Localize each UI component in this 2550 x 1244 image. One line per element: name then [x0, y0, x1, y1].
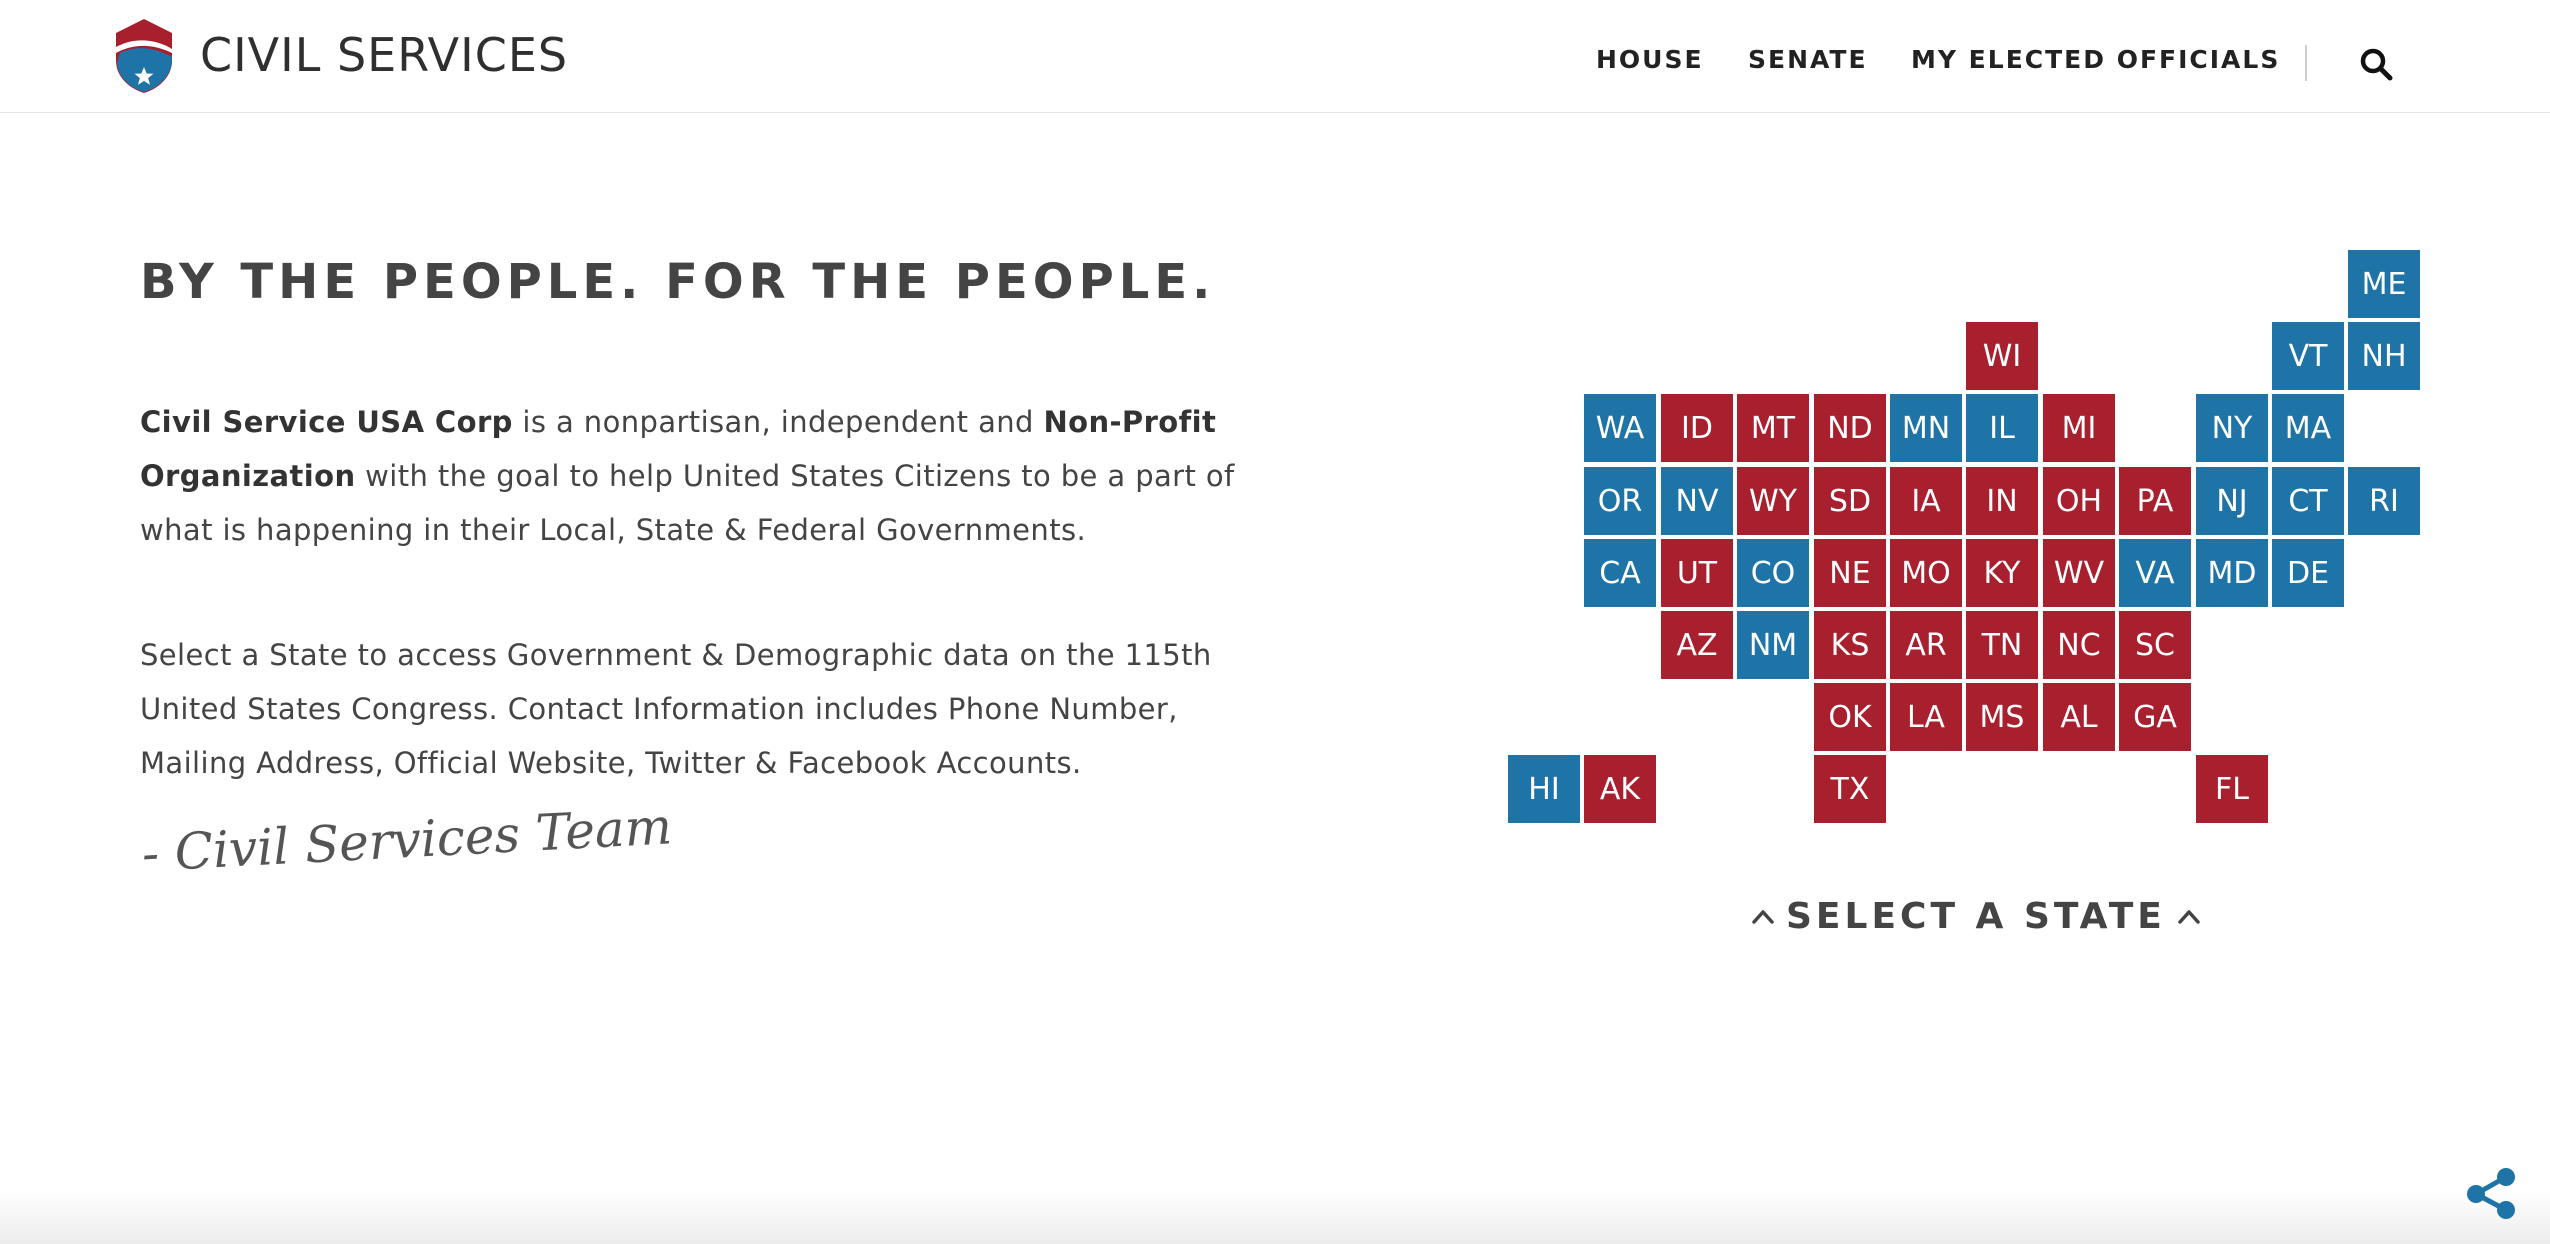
state-tile-ut[interactable]: UT: [1661, 539, 1733, 607]
site-header: CIVIL SERVICES HOUSE SENATE MY ELECTED O…: [0, 0, 2550, 113]
instructions-paragraph: Select a State to access Government & De…: [140, 638, 1212, 780]
chevron-up-icon: [2178, 910, 2200, 924]
state-tile-ar[interactable]: AR: [1890, 611, 1962, 679]
state-tile-tn[interactable]: TN: [1966, 611, 2038, 679]
state-tile-la[interactable]: LA: [1890, 683, 1962, 751]
state-tile-ct[interactable]: CT: [2272, 467, 2344, 535]
state-tile-al[interactable]: AL: [2043, 683, 2115, 751]
state-tile-ky[interactable]: KY: [1966, 539, 2038, 607]
state-tile-tx[interactable]: TX: [1814, 755, 1886, 823]
state-tile-nh[interactable]: NH: [2348, 322, 2420, 390]
nav-divider: [2305, 45, 2307, 81]
state-tile-az[interactable]: AZ: [1661, 611, 1733, 679]
state-tile-ia[interactable]: IA: [1890, 467, 1962, 535]
page-headline: BY THE PEOPLE. FOR THE PEOPLE.: [140, 254, 1216, 310]
select-state-text: SELECT A STATE: [1786, 895, 2166, 937]
state-tile-fl[interactable]: FL: [2196, 755, 2268, 823]
state-tile-wy[interactable]: WY: [1737, 467, 1809, 535]
state-tile-mt[interactable]: MT: [1737, 394, 1809, 462]
chevron-up-icon: [1752, 910, 1774, 924]
state-tile-pa[interactable]: PA: [2119, 467, 2191, 535]
state-tile-ne[interactable]: NE: [1814, 539, 1886, 607]
state-tile-hi[interactable]: HI: [1508, 755, 1580, 823]
state-tile-md[interactable]: MD: [2196, 539, 2268, 607]
state-tile-de[interactable]: DE: [2272, 539, 2344, 607]
state-tile-id[interactable]: ID: [1661, 394, 1733, 462]
shield-star-logo[interactable]: [112, 17, 176, 95]
intro-text-a: is a nonpartisan, independent and: [512, 405, 1044, 439]
nav-senate[interactable]: SENATE: [1748, 40, 1868, 80]
org-name: Civil Service USA Corp: [140, 405, 513, 439]
state-tile-in[interactable]: IN: [1966, 467, 2038, 535]
search-icon[interactable]: [2358, 46, 2394, 82]
state-tile-wa[interactable]: WA: [1584, 394, 1656, 462]
nav-my-elected-officials[interactable]: MY ELECTED OFFICIALS: [1911, 40, 2280, 80]
state-tile-ri[interactable]: RI: [2348, 467, 2420, 535]
state-tile-nj[interactable]: NJ: [2196, 467, 2268, 535]
nav-house[interactable]: HOUSE: [1596, 40, 1704, 80]
state-tile-ga[interactable]: GA: [2119, 683, 2191, 751]
state-tile-me[interactable]: ME: [2348, 250, 2420, 318]
state-tile-mi[interactable]: MI: [2043, 394, 2115, 462]
state-tile-oh[interactable]: OH: [2043, 467, 2115, 535]
state-tile-co[interactable]: CO: [1737, 539, 1809, 607]
state-tile-mo[interactable]: MO: [1890, 539, 1962, 607]
footer-shadow: [0, 1190, 2550, 1244]
state-tile-ok[interactable]: OK: [1814, 683, 1886, 751]
state-tile-sd[interactable]: SD: [1814, 467, 1886, 535]
state-tile-ny[interactable]: NY: [2196, 394, 2268, 462]
state-tile-wv[interactable]: WV: [2043, 539, 2115, 607]
intro-paragraph: Civil Service USA Corp is a nonpartisan,…: [140, 395, 1240, 557]
state-tile-nm[interactable]: NM: [1737, 611, 1809, 679]
state-tile-or[interactable]: OR: [1584, 467, 1656, 535]
state-tile-wi[interactable]: WI: [1966, 322, 2038, 390]
state-tile-sc[interactable]: SC: [2119, 611, 2191, 679]
state-tile-ca[interactable]: CA: [1584, 539, 1656, 607]
state-tile-nv[interactable]: NV: [1661, 467, 1733, 535]
select-state-label: SELECT A STATE: [1750, 888, 2202, 944]
state-tile-ks[interactable]: KS: [1814, 611, 1886, 679]
state-tile-nd[interactable]: ND: [1814, 394, 1886, 462]
state-tile-ms[interactable]: MS: [1966, 683, 2038, 751]
share-icon[interactable]: [2464, 1164, 2520, 1220]
state-tile-ma[interactable]: MA: [2272, 394, 2344, 462]
state-tile-il[interactable]: IL: [1966, 394, 2038, 462]
state-tile-va[interactable]: VA: [2119, 539, 2191, 607]
site-brand[interactable]: CIVIL SERVICES: [200, 26, 568, 84]
state-tile-nc[interactable]: NC: [2043, 611, 2115, 679]
state-tile-mn[interactable]: MN: [1890, 394, 1962, 462]
state-tile-vt[interactable]: VT: [2272, 322, 2344, 390]
state-tile-ak[interactable]: AK: [1584, 755, 1656, 823]
team-signature: - Civil Services Team: [140, 797, 674, 883]
